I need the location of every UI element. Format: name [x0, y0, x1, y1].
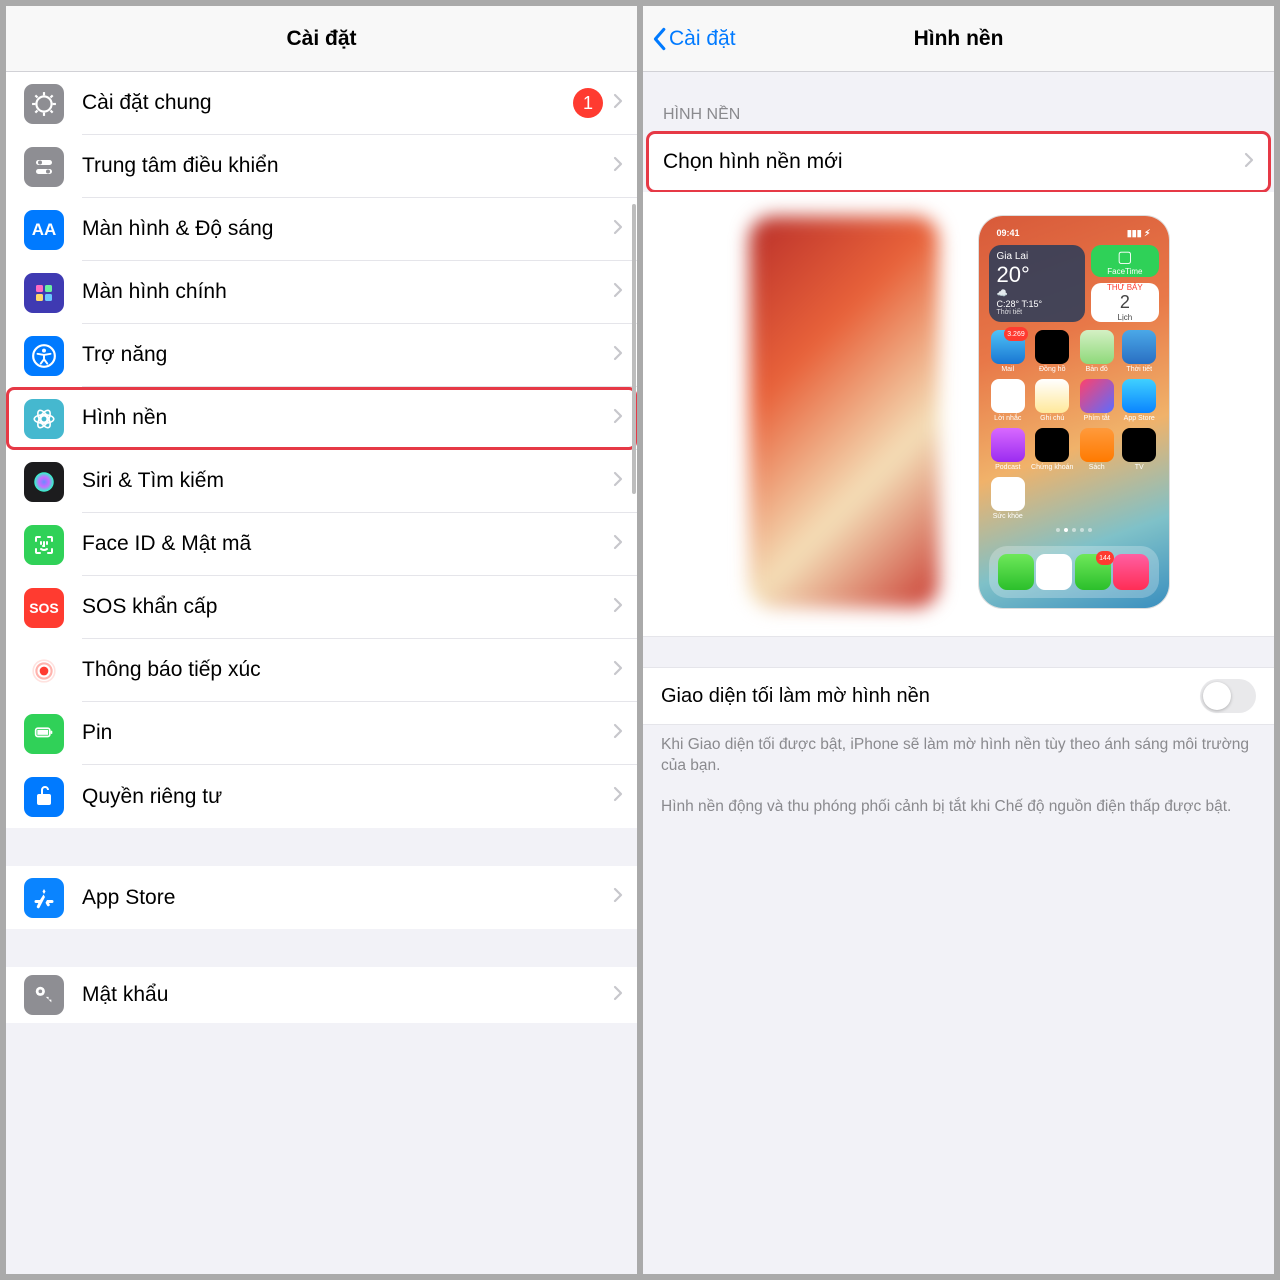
homescreen-preview[interactable]: 09:41▮▮▮ ⚡︎Gia Lai20°☁️C:28° T:15°Thời t…: [979, 216, 1169, 608]
chevron-left-icon: [651, 27, 667, 51]
chevron-right-icon: [613, 786, 623, 807]
chevron-right-icon: [613, 534, 623, 555]
chevron-right-icon: [613, 985, 623, 1006]
switch-off[interactable]: [1200, 679, 1256, 713]
row-label: SOS khẩn cấp: [82, 595, 613, 619]
footnote: Khi Giao diện tối được bật, iPhone sẽ là…: [643, 725, 1274, 787]
chevron-right-icon: [613, 93, 623, 114]
row-label: Thông báo tiếp xúc: [82, 658, 613, 682]
row-general[interactable]: Cài đặt chung1: [6, 72, 637, 135]
row-label: Màn hình & Độ sáng: [82, 217, 613, 241]
faceid-icon: [24, 525, 64, 565]
app-icon: TV: [1120, 428, 1159, 471]
app-icon: Sách: [1077, 428, 1116, 471]
chevron-right-icon: [613, 597, 623, 618]
scrollbar[interactable]: [632, 204, 636, 494]
chevron-right-icon: [613, 408, 623, 429]
row-label: Cài đặt chung: [82, 91, 573, 115]
row-accessibility[interactable]: Trợ năng: [6, 324, 637, 387]
app-icon: Sức khỏe: [989, 477, 1028, 520]
calendar-widget: THỨ BẢY2Lịch: [1091, 283, 1158, 322]
appstore-icon: [24, 878, 64, 918]
privacy-icon: [24, 777, 64, 817]
display-icon: AA: [24, 210, 64, 250]
wallpaper-previews: 09:41▮▮▮ ⚡︎Gia Lai20°☁️C:28° T:15°Thời t…: [643, 192, 1274, 637]
row-passwords[interactable]: Mật khẩu: [6, 967, 637, 1023]
dock: 144: [989, 546, 1159, 598]
chevron-right-icon: [613, 723, 623, 744]
row-appstore[interactable]: App Store: [6, 866, 637, 929]
app-icon: Ghi chú: [1031, 379, 1073, 422]
row-label: Hình nền: [82, 406, 613, 430]
app-icon: Chứng khoán: [1031, 428, 1073, 471]
row-label: App Store: [82, 886, 613, 910]
footnote: Hình nền động và thu phóng phối cảnh bị …: [643, 787, 1274, 828]
chevron-right-icon: [613, 156, 623, 177]
row-label: Face ID & Mật mã: [82, 532, 613, 556]
general-icon: [24, 84, 64, 124]
row-label: Màn hình chính: [82, 280, 613, 304]
app-icon: Phím tắt: [1077, 379, 1116, 422]
battery-icon: [24, 714, 64, 754]
facetime-widget: ▢FaceTime: [1091, 245, 1158, 277]
row-label: Siri & Tìm kiếm: [82, 469, 613, 493]
row-label: Trung tâm điều khiển: [82, 154, 613, 178]
navbar: Cài đặt: [6, 6, 637, 72]
passwords-icon: [24, 975, 64, 1015]
app-icon: Lời nhắc: [989, 379, 1028, 422]
weather-widget: Gia Lai20°☁️C:28° T:15°Thời tiết: [989, 245, 1086, 322]
app-icon: Bản đồ: [1077, 330, 1116, 373]
siri-icon: [24, 462, 64, 502]
chevron-right-icon: [613, 345, 623, 366]
row-privacy[interactable]: Quyền riêng tư: [6, 765, 637, 828]
settings-pane: Cài đặt Cài đặt chung1 Trung tâm điều khi…: [6, 6, 637, 1274]
row-display[interactable]: AA Màn hình & Độ sáng: [6, 198, 637, 261]
choose-wallpaper-row[interactable]: Chọn hình nền mới: [647, 132, 1270, 192]
row-faceid[interactable]: Face ID & Mật mã: [6, 513, 637, 576]
app-icon: 3.269Mail: [989, 330, 1028, 373]
row-wallpaper[interactable]: Hình nền: [6, 387, 637, 450]
back-label: Cài đặt: [669, 27, 736, 51]
row-control[interactable]: Trung tâm điều khiển: [6, 135, 637, 198]
row-label: Trợ năng: [82, 343, 613, 367]
chevron-right-icon: [613, 887, 623, 908]
app-icon: Podcast: [989, 428, 1028, 471]
page-title: Hình nền: [914, 27, 1004, 51]
lockscreen-preview[interactable]: [749, 216, 939, 608]
navbar: Cài đặt Hình nền: [643, 6, 1274, 72]
dim-toggle-row[interactable]: Giao diện tối làm mờ hình nền: [643, 667, 1274, 725]
page-title: Cài đặt: [286, 27, 356, 51]
app-icon: Thời tiết: [1120, 330, 1159, 373]
sos-icon: SOS: [24, 588, 64, 628]
chevron-right-icon: [613, 471, 623, 492]
row-label: Quyền riêng tư: [82, 785, 613, 809]
back-button[interactable]: Cài đặt: [651, 6, 736, 71]
chevron-right-icon: [613, 660, 623, 681]
homescreen-icon: [24, 273, 64, 313]
exposure-icon: [24, 651, 64, 691]
app-icon: Đồng hồ: [1031, 330, 1073, 373]
app-icon: App Store: [1120, 379, 1159, 422]
row-siri[interactable]: Siri & Tìm kiếm: [6, 450, 637, 513]
chevron-right-icon: [613, 282, 623, 303]
dim-toggle-label: Giao diện tối làm mờ hình nền: [661, 685, 1200, 708]
control-icon: [24, 147, 64, 187]
wallpaper-pane: Cài đặt Hình nền HÌNH NỀN Chọn hình nền …: [643, 6, 1274, 1274]
row-label: Pin: [82, 721, 613, 745]
row-homescreen[interactable]: Màn hình chính: [6, 261, 637, 324]
accessibility-icon: [24, 336, 64, 376]
badge: 1: [573, 88, 603, 118]
chevron-right-icon: [1244, 152, 1254, 173]
row-battery[interactable]: Pin: [6, 702, 637, 765]
choose-wallpaper-label: Chọn hình nền mới: [663, 150, 1244, 174]
section-header: HÌNH NỀN: [643, 72, 1274, 132]
wallpaper-icon: [24, 399, 64, 439]
row-exposure[interactable]: Thông báo tiếp xúc: [6, 639, 637, 702]
chevron-right-icon: [613, 219, 623, 240]
row-label: Mật khẩu: [82, 983, 613, 1007]
row-sos[interactable]: SOS SOS khẩn cấp: [6, 576, 637, 639]
